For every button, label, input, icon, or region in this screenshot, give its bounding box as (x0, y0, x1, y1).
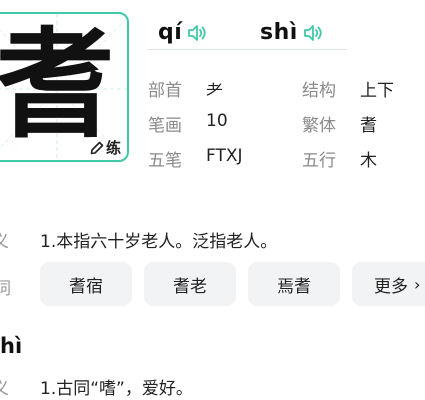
meaning-label: 义 (0, 232, 9, 252)
strokes-value: 10 (206, 111, 228, 131)
wubi-value: FTXJ (206, 146, 243, 166)
element-value: 木 (360, 151, 377, 171)
radical-label: 部首 (148, 81, 182, 101)
chevron-right-icon: › (414, 274, 421, 294)
wubi-label: 五笔 (148, 151, 182, 171)
more-words-button[interactable]: 更多 › (352, 262, 425, 306)
structure-value: 上下 (360, 81, 394, 101)
word-chip[interactable]: 耆老 (144, 262, 236, 306)
speaker-icon[interactable] (186, 22, 208, 44)
pencil-icon (90, 141, 104, 154)
pronunciation-qi[interactable]: qí (158, 20, 208, 45)
main-character: 耆 (0, 15, 114, 154)
word-chip[interactable]: 焉耆 (248, 262, 340, 306)
character-card: 耆 练 (0, 12, 129, 162)
words-label: 词 (0, 279, 11, 299)
pinyin-text: qí (158, 20, 183, 45)
traditional-label: 繁体 (302, 116, 336, 136)
meaning-text: 1.本指六十岁老人。泛指老人。 (40, 232, 278, 252)
meaning-text-2: 1.古同“嗜”，爱好。 (40, 379, 193, 399)
meaning-label-2: 义 (0, 379, 9, 399)
more-label: 更多 (374, 276, 408, 297)
practice-label: 练 (105, 139, 121, 157)
structure-label: 结构 (302, 81, 336, 101)
strokes-label: 笔画 (148, 116, 182, 136)
second-pronunciation: hì (0, 334, 23, 358)
radical-value[interactable]: 耂 (206, 76, 223, 101)
pinyin-text: shì (260, 20, 298, 45)
pinyin-divider (147, 49, 347, 50)
word-chip[interactable]: 耆宿 (40, 262, 132, 306)
speaker-icon[interactable] (302, 22, 324, 44)
traditional-value: 耆 (360, 116, 377, 136)
practice-button[interactable]: 练 (87, 137, 123, 158)
element-label: 五行 (302, 151, 336, 171)
pronunciation-shi[interactable]: shì (260, 20, 324, 45)
